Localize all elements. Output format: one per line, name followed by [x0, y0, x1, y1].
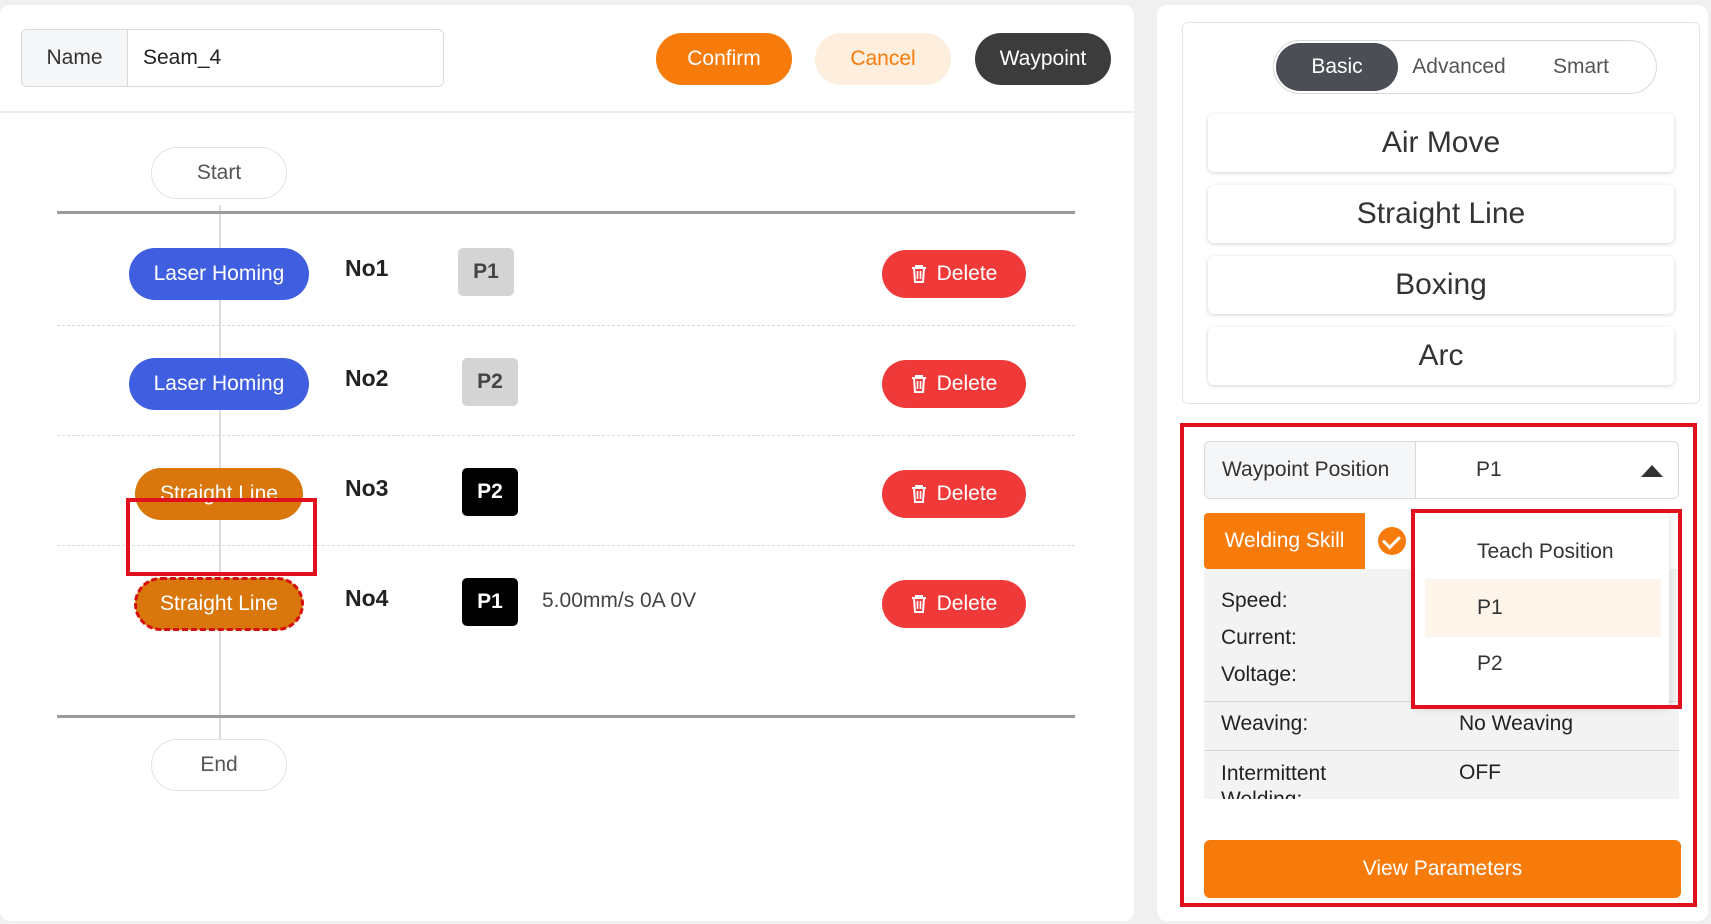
confirm-button[interactable]: Confirm [656, 33, 792, 85]
step-point-badge: P2 [462, 468, 518, 516]
delete-step-button[interactable]: Delete [882, 580, 1026, 628]
name-field-group: Name [21, 29, 444, 87]
flow-top-divider [57, 211, 1075, 214]
action-category-tabs: Basic Advanced Smart [1273, 40, 1657, 94]
trash-icon [911, 265, 926, 283]
step-point-badge: P2 [462, 358, 518, 406]
step-config-box: Waypoint Position P1 Welding Skill Speed… [1180, 423, 1697, 907]
step-point-badge: P1 [462, 578, 518, 626]
cancel-button[interactable]: Cancel [815, 33, 951, 85]
weaving-label: Weaving: [1221, 712, 1309, 735]
dropdown-highlight-box [1411, 509, 1682, 709]
delete-label: Delete [936, 592, 998, 615]
voltage-label: Voltage: [1221, 663, 1297, 686]
view-parameters-button[interactable]: View Parameters [1204, 840, 1681, 898]
flow-step-row: Laser Homing No1 P1 Delete [0, 215, 1134, 335]
waypoint-position-select[interactable]: Waypoint Position P1 [1204, 441, 1679, 499]
current-label: Current: [1221, 626, 1297, 649]
delete-label: Delete [936, 482, 998, 505]
action-panel: Basic Advanced Smart Air Move Straight L… [1157, 5, 1708, 921]
action-type-card: Basic Advanced Smart Air Move Straight L… [1182, 22, 1700, 404]
waypoint-position-current: P1 [1476, 458, 1502, 481]
boxing-button[interactable]: Boxing [1208, 256, 1674, 314]
delete-step-button[interactable]: Delete [882, 250, 1026, 298]
delete-label: Delete [936, 262, 998, 285]
delete-label: Delete [936, 372, 998, 395]
flow-step-row: Laser Homing No2 P2 Delete [0, 325, 1134, 445]
intermittent-welding-value: OFF [1459, 761, 1501, 784]
tab-smart[interactable]: Smart [1520, 43, 1642, 91]
waypoint-position-label: Waypoint Position [1205, 442, 1416, 498]
weaving-value: No Weaving [1459, 712, 1574, 735]
name-label: Name [22, 30, 128, 86]
waypoint-button[interactable]: Waypoint [975, 33, 1111, 85]
step-type-pill-selected[interactable]: Straight Line [134, 577, 304, 631]
trash-icon [911, 485, 926, 503]
trash-icon [911, 595, 926, 613]
caret-up-icon [1641, 465, 1663, 477]
delete-step-button[interactable]: Delete [882, 360, 1026, 408]
step-type-pill[interactable]: Laser Homing [129, 248, 309, 300]
flow-start-node: Start [151, 147, 287, 199]
params-divider [1204, 750, 1679, 751]
intermittent-welding-label: Intermittent Welding: [1221, 762, 1327, 799]
step-number: No4 [345, 585, 389, 611]
delete-step-button[interactable]: Delete [882, 470, 1026, 518]
step-number: No1 [345, 255, 389, 281]
tab-advanced[interactable]: Advanced [1398, 43, 1520, 91]
flow-area: Start Laser Homing No1 P1 Delete Laser H… [0, 115, 1134, 921]
check-circle-icon [1378, 527, 1406, 555]
step-type-pill[interactable]: Laser Homing [129, 358, 309, 410]
step-highlight-box [126, 498, 317, 576]
step-params-summary: 5.00mm/s 0A 0V [542, 589, 697, 612]
welding-skill-tab[interactable]: Welding Skill [1204, 513, 1365, 569]
tab-basic[interactable]: Basic [1276, 43, 1398, 91]
air-move-button[interactable]: Air Move [1208, 114, 1674, 172]
straight-line-button[interactable]: Straight Line [1208, 185, 1674, 243]
flow-end-node: End [151, 739, 287, 791]
arc-button[interactable]: Arc [1208, 327, 1674, 385]
speed-label: Speed: [1221, 589, 1288, 612]
step-point-badge: P1 [458, 248, 514, 296]
trash-icon [911, 375, 926, 393]
flow-bottom-divider [57, 715, 1075, 718]
step-number: No2 [345, 365, 389, 391]
name-input[interactable] [128, 30, 443, 86]
step-number: No3 [345, 475, 389, 501]
waypoint-position-value[interactable]: P1 [1416, 442, 1678, 498]
seam-editor-panel: Name Confirm Cancel Waypoint Start Laser… [0, 5, 1134, 921]
editor-toolbar: Name Confirm Cancel Waypoint [0, 5, 1134, 113]
